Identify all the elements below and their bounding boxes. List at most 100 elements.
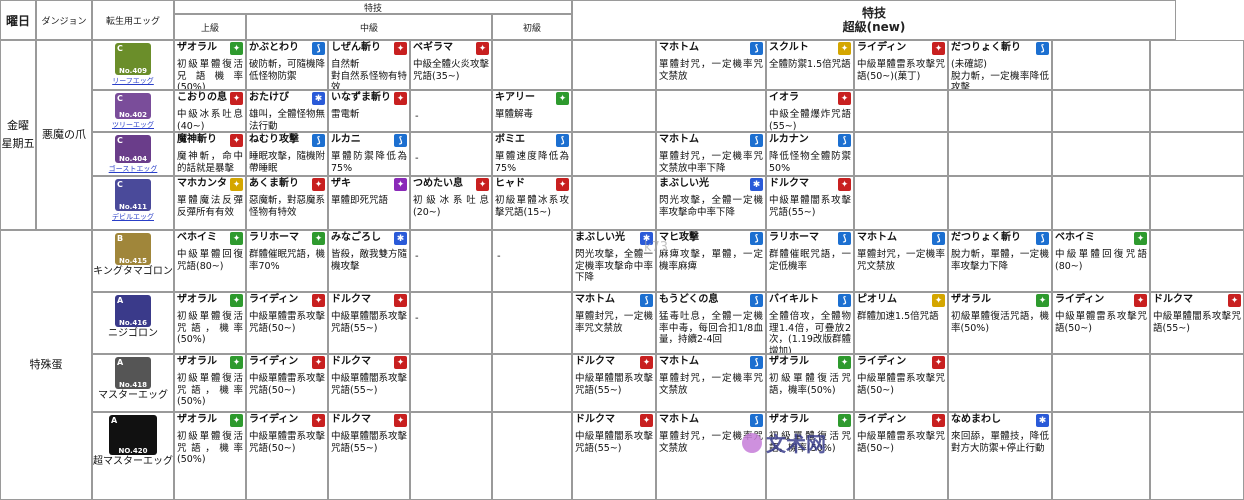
red-skill-icon: ✦ [312,414,325,427]
green-skill-icon: ✦ [556,92,569,105]
skill-description: 中級全體爆炸咒語(55~) [769,109,851,132]
cell-r6-c0: ザオラル ✦ 初級單體復活咒語，機率(50%) [174,354,246,412]
skill-name: もうどくの息 ⟆ [659,294,763,307]
cell-r6-c4 [492,354,572,412]
cell-r1-c1: おたけび ✱ 雄叫，全體怪物無法行動 [246,90,328,132]
skill-name: マホトム ⟆ [659,356,763,369]
skill-name-text: なめまわし [951,414,1001,425]
group-friday-label: 金曜 星期五 [1,119,35,150]
egg-icon: A No.416 [115,295,151,327]
skill-name: ザオラル ✦ [769,414,851,427]
skill-description: 中級單體闇系攻擊咒語(55~) [769,195,851,218]
cell-r5-c8: ピオリム ✦ 群體加速1.5倍咒語 [854,292,948,354]
cell-r7-c3 [410,412,492,500]
skill-description: (未確認) 脫力斬，一定機率降低攻擊 [951,59,1049,90]
skill-description: 單體速度降低為75% [495,151,569,174]
skill-description: 群體催眠咒語，機率70% [249,249,326,272]
cell-r1-c6 [656,90,766,132]
green-skill-icon: ✦ [230,232,243,245]
red-skill-icon: ✦ [1134,294,1147,307]
blue-skill-icon: ⟆ [838,134,851,147]
cell-r2-c0: 魔神斬り ✦ 魔神斬，命中的話就是暴擊 [174,132,246,176]
blue-skill-icon: ⟆ [932,232,945,245]
cell-r4-c1: ラリホーマ ✦ 群體催眠咒語，機率70% [246,230,328,292]
skill-name-text: ライディン [857,414,907,425]
cell-r3-c2: ザキ ✦ 單體即死咒語 [328,176,410,230]
cell-r5-c5: マホトム ⟆ 單體封咒，一定機率咒文禁放 [572,292,656,354]
cell-r4-c0: ベホイミ ✦ 中級單體回復咒語(80~) [174,230,246,292]
header-special2: 特技 超級(new) [572,0,1176,40]
green-skill-icon: ✦ [838,356,851,369]
skill-name-text: ライディン [249,414,299,425]
cell-r1-c4: キアリー ✦ 單體解毒 [492,90,572,132]
egg-name: キングタマゴロン [93,266,173,277]
skill-name: ベギラマ ✦ [413,42,489,55]
cell-r1-c8 [854,90,948,132]
egg-number: NO.420 [118,447,148,455]
cell-r3-c8 [854,176,948,230]
red-skill-icon: ✦ [556,178,569,191]
header-high-label: 上級 [200,23,219,34]
blue-skill-icon: ⟆ [838,294,851,307]
blue-skill-icon: ⟆ [750,42,763,55]
skill-name-text: ライディン [857,42,907,53]
egg-rank: A [117,358,124,367]
red-skill-icon: ✦ [1228,294,1241,307]
skill-name-text: ザオラル [769,356,809,367]
egg-number: No.402 [119,111,147,119]
skill-description: 閃光攻擊，全體一定機率攻擊命中率下降 [659,195,763,218]
group-special-label: 特殊蛋 [29,358,63,372]
egg-icon: C No.404 [115,135,151,163]
egg-name[interactable]: デビルエッグ [112,212,154,222]
cell-r5-c4 [492,292,572,354]
egg-rank: C [117,44,123,53]
skill-name: ドルクマ ✦ [1153,294,1241,307]
green-skill-icon: ✦ [312,232,325,245]
skill-name-text: ライディン [249,294,299,305]
group-friday: 金曜 星期五 [0,40,36,230]
skill-name-text: ライディン [857,356,907,367]
skill-name-text: ドルクマ [769,178,809,189]
skill-name: かぶとわり ⟆ [249,42,325,55]
skill-name-text: イオラ [769,92,799,103]
skill-name: あくま斬り ✦ [249,178,325,191]
skill-description: 脫力斬，單體，一定機率攻擊力下降 [951,249,1049,272]
gear-skill-icon: ✱ [1036,414,1049,427]
skill-name-text: キアリー [495,92,535,103]
egg-rank: A [111,416,118,425]
egg-number: No.415 [119,257,147,265]
cell-r7-c1: ライディン ✦ 中級單體雷系攻擊咒語(50~) [246,412,328,500]
skill-name: ボミエ ⟆ [495,134,569,147]
skill-name: 魔神斬り ✦ [177,134,243,147]
skill-name-text: マホトム [659,414,699,425]
skill-description: 中級單體雷系攻擊咒語(50~) [249,373,326,396]
skill-name: マホトム ⟆ [575,294,653,307]
egg-number: No.418 [119,381,147,389]
skill-description: 中級單體雷系攻擊咒語(50~)(菓丁) [857,59,945,82]
green-skill-icon: ✦ [230,356,243,369]
skill-name: おたけび ✱ [249,92,325,105]
skill-name-text: バイキルト [769,294,819,305]
egg-number: No.416 [119,319,147,327]
header-day: 曜日 [0,0,36,40]
skill-description: 來回舔，單體技，降低對方大防禦+停止行動 [951,431,1049,454]
blue-skill-icon: ⟆ [312,134,325,147]
cell-r2-c7: ルカナン ⟆ 降低怪物全體防禦50% [766,132,854,176]
cell-r4-c2: みなごろし ✱ 皆殺，敵我雙方隨機攻擊 [328,230,410,292]
egg-name[interactable]: ゴーストエッグ [109,164,158,174]
empty-dash: - [415,251,419,262]
skill-name-text: ルカニ [331,134,361,145]
skill-name-text: ザオラル [769,414,809,425]
blue-skill-icon: ⟆ [838,232,851,245]
red-skill-icon: ✦ [394,92,407,105]
cell-r0-c7: スクルト ✦ 全體防禦1.5倍咒語 [766,40,854,90]
cell-r0-c10 [1052,40,1150,90]
skill-description: 中級單體雷系攻擊咒語(50~) [857,431,945,454]
skill-name-text: こおりの息 [177,92,227,103]
egg-name[interactable]: ツリーエッグ [112,120,154,130]
skill-name-text: あくま斬り [249,178,299,189]
skill-name: マホカンタ ✦ [177,178,243,191]
cell-r3-c10 [1052,176,1150,230]
egg-name[interactable]: リーフエッグ [112,76,154,86]
egg-name: 超マスターエッグ [93,456,173,467]
